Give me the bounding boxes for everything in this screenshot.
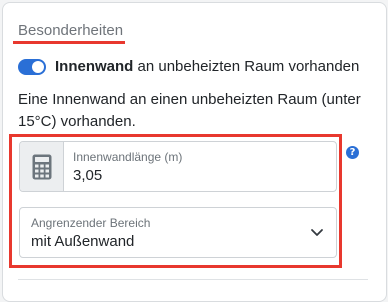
help-icon[interactable]: ? [346,146,359,159]
length-input-body[interactable]: Innenwandlänge (m) 3,05 [64,142,336,191]
toggle-label-bold: Innenwand [55,58,134,75]
section-divider [18,279,368,280]
adjacent-area-select[interactable]: Angrenzender Bereich mit Außenwand [19,207,337,258]
toggle-label: Innenwand an unbeheizten Raum vorhanden [55,57,359,77]
length-label: Innenwandlänge (m) [73,150,183,164]
toggle-knob [32,61,44,73]
adjacent-area-label: Angrenzender Bereich [31,216,151,230]
section-title-underline [13,41,125,44]
inner-wall-length-field[interactable]: Innenwandlänge (m) 3,05 [19,141,337,192]
section-title: Besonderheiten [18,22,124,39]
chevron-down-icon [311,229,323,236]
description-text: Eine Innenwand an einen unbeheizten Raum… [18,91,361,130]
inner-wall-toggle-row[interactable]: Innenwand an unbeheizten Raum vorhanden [18,57,359,77]
calculator-icon [32,154,51,179]
inner-wall-toggle[interactable] [18,59,46,75]
toggle-label-rest: an unbeheizten Raum vorhanden [133,58,360,75]
calculator-button[interactable] [20,142,64,191]
length-input[interactable]: 3,05 [73,167,102,184]
adjacent-area-value: mit Außenwand [31,233,135,250]
